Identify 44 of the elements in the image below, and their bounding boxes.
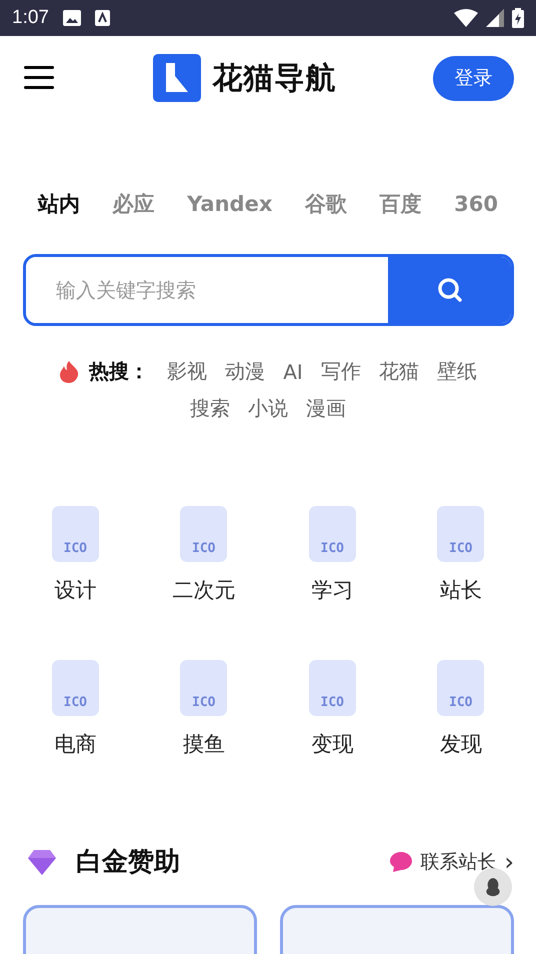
search-engine-tab[interactable]: 必应 bbox=[112, 190, 155, 218]
category-label[interactable]: 变现 bbox=[311, 730, 354, 758]
flame-icon bbox=[59, 360, 80, 382]
image-icon bbox=[62, 10, 81, 26]
wifi-icon bbox=[454, 9, 478, 27]
signal-icon bbox=[486, 9, 504, 27]
search-engine-tab[interactable]: 谷歌 bbox=[304, 190, 347, 218]
login-button[interactable]: 登录 bbox=[433, 56, 514, 100]
category-label[interactable]: 二次元 bbox=[172, 576, 236, 604]
hot-search-link[interactable]: 动漫 bbox=[225, 358, 266, 385]
hot-search-link[interactable]: 小说 bbox=[248, 395, 288, 422]
search-engine-tab[interactable]: 百度 bbox=[380, 190, 422, 218]
search-box[interactable]: 输入关键字搜索 bbox=[23, 254, 514, 326]
hot-search-link[interactable]: 花猫 bbox=[378, 358, 419, 385]
hot-search-link[interactable]: 漫画 bbox=[306, 395, 346, 422]
search-engine-tab[interactable]: 站内 bbox=[38, 190, 80, 218]
hot-search-link[interactable]: 壁纸 bbox=[436, 358, 477, 385]
section-title: 白金赞助 bbox=[76, 846, 180, 879]
category-label[interactable]: 设计 bbox=[54, 576, 96, 604]
contact-link[interactable]: 联系站长 bbox=[420, 848, 496, 874]
penguin-icon bbox=[485, 878, 501, 896]
hot-search-link[interactable]: 影视 bbox=[167, 358, 208, 385]
category-label[interactable]: 摸鱼 bbox=[182, 730, 225, 758]
menu-icon[interactable] bbox=[24, 65, 56, 91]
chat-bubble-icon bbox=[390, 852, 412, 872]
search-icon bbox=[436, 277, 462, 303]
clock: 1:07 bbox=[12, 7, 49, 29]
logo-icon bbox=[152, 54, 200, 102]
category-label[interactable]: 学习 bbox=[311, 576, 354, 604]
hot-search-link[interactable]: AI bbox=[283, 360, 303, 384]
site-title: 花猫导航 bbox=[212, 60, 336, 98]
category-label[interactable]: 电商 bbox=[54, 730, 96, 758]
hot-search-link[interactable]: 写作 bbox=[320, 358, 361, 385]
diamond-icon bbox=[28, 848, 56, 874]
search-button[interactable] bbox=[388, 257, 511, 323]
category-label[interactable]: 站长 bbox=[440, 576, 482, 604]
chevron-icon: › bbox=[504, 848, 514, 876]
battery-icon bbox=[512, 8, 524, 28]
app-notification-icon bbox=[94, 10, 110, 26]
search-engine-tab[interactable]: 360 bbox=[454, 190, 498, 218]
hot-search-link[interactable]: 搜索 bbox=[190, 395, 230, 422]
category-label[interactable]: 发现 bbox=[440, 730, 482, 758]
search-engine-tab[interactable]: Yandex bbox=[187, 190, 272, 218]
hot-search-label: 热搜： bbox=[89, 358, 150, 385]
